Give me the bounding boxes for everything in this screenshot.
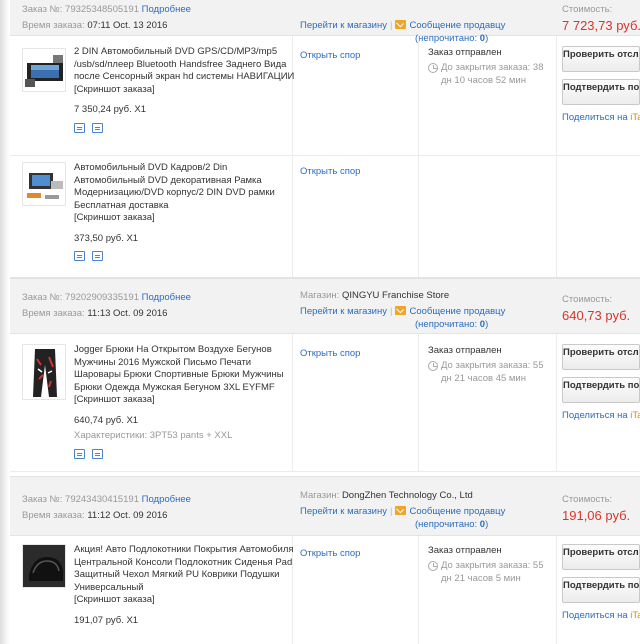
store-label: Магазин:: [300, 490, 340, 501]
item-title[interactable]: Акция! Авто Подлокотники Покрытия Автомо…: [74, 544, 296, 594]
itao-label: iTao: [630, 610, 640, 621]
page-edge-shadow: [0, 0, 10, 644]
item-title[interactable]: 2 DIN Автомобильный DVD GPS/CD/MP3/mp5 /…: [74, 46, 296, 84]
item-price: 191,07 руб. X1: [74, 614, 139, 626]
item-title[interactable]: Jogger Брюки На Открытом Воздухе Бегунов…: [74, 344, 296, 394]
confirm-receipt-button[interactable]: Подтвердить получение товара: [562, 377, 640, 403]
open-dispute-link[interactable]: Открыть спор: [300, 348, 360, 359]
order-item: 2 DIN Автомобильный DVD GPS/CD/MP3/mp5 /…: [10, 36, 640, 156]
clock-icon: [428, 361, 438, 371]
order-number-label: Заказ №:: [22, 292, 63, 303]
order-cost: 191,06 руб.: [562, 508, 631, 523]
open-dispute-link[interactable]: Открыть спор: [300, 166, 360, 177]
close-countdown: До закрытия заказа: 38 дн 10 часов 52 ми…: [441, 62, 544, 86]
order-number: 79243430415191: [65, 494, 139, 505]
check-tracking-button[interactable]: Проверить отслеживание: [562, 344, 640, 370]
order-time-label: Время заказа:: [22, 20, 85, 31]
store-label: Магазин:: [300, 290, 340, 301]
cost-label: Стоимость:: [562, 494, 613, 505]
order-details-link[interactable]: Подробнее: [142, 4, 191, 15]
share-link[interactable]: Поделиться на: [562, 112, 628, 123]
check-tracking-button[interactable]: Проверить отслеживание: [562, 46, 640, 72]
order-screenshot-link[interactable]: [Скриншот заказа]: [74, 212, 296, 225]
order-cost: 7 723,73 руб.: [562, 18, 640, 33]
order-number-label: Заказ №:: [22, 4, 63, 15]
invoice-icon[interactable]: [92, 122, 103, 133]
itao-label: iTao: [630, 410, 640, 421]
order-header: Заказ №: 79243430415191 Подробнее Время …: [10, 476, 640, 536]
snapshot-icon[interactable]: [74, 251, 85, 262]
order-time: 07:11 Oct. 13 2016: [87, 20, 168, 31]
check-tracking-button[interactable]: Проверить отслеживание: [562, 544, 640, 570]
item-price: 7 350,24 руб. X1: [74, 104, 146, 115]
message-seller-link[interactable]: Сообщение продавцу: [409, 306, 505, 317]
order-status: Заказ отправлен: [428, 545, 502, 556]
store-name[interactable]: QINGYU Franchise Store: [342, 290, 449, 301]
snapshot-icon[interactable]: [74, 448, 85, 459]
go-to-store-link[interactable]: Перейти к магазину: [300, 506, 387, 517]
order-item: Автомобильный DVD Кадров/2 Din Автомобил…: [10, 156, 640, 278]
order-number: 79325348505191: [65, 4, 139, 15]
order-time: 11:12 Oct. 09 2016: [87, 510, 168, 521]
order-time: 11:13 Oct. 09 2016: [87, 308, 168, 319]
order-header: Заказ №: 79202909335191 Подробнее Время …: [10, 278, 640, 334]
close-countdown: До закрытия заказа: 55 дн 21 часов 5 мин: [441, 560, 544, 584]
order-details-link[interactable]: Подробнее: [142, 292, 191, 303]
clock-icon: [428, 561, 438, 571]
share-link[interactable]: Поделиться на: [562, 610, 628, 621]
store-name[interactable]: DongZhen Technology Co., Ltd: [342, 490, 473, 501]
invoice-icon[interactable]: [92, 251, 103, 262]
order-screenshot-link[interactable]: [Скриншот заказа]: [74, 594, 296, 607]
order-screenshot-link[interactable]: [Скриншот заказа]: [74, 84, 296, 97]
item-title[interactable]: Автомобильный DVD Кадров/2 Din Автомобил…: [74, 162, 296, 212]
order-time-label: Время заказа:: [22, 308, 85, 319]
armrest-cover-icon[interactable]: [22, 544, 66, 588]
order-number-label: Заказ №:: [22, 494, 63, 505]
invoice-icon[interactable]: [92, 448, 103, 459]
confirm-receipt-button[interactable]: Подтвердить получение товара: [562, 577, 640, 603]
item-specs: Характеристики: 3PT53 pants + XXL: [74, 430, 233, 441]
envelope-icon: [395, 20, 407, 29]
order-details-link[interactable]: Подробнее: [142, 494, 191, 505]
unread-count[interactable]: (непрочитано: 0): [415, 319, 488, 330]
share-link[interactable]: Поделиться на: [562, 410, 628, 421]
close-countdown: До закрытия заказа: 55 дн 21 часов 45 ми…: [441, 360, 544, 384]
go-to-store-link[interactable]: Перейти к магазину: [300, 20, 387, 31]
unread-count[interactable]: (непрочитано: 0): [415, 519, 488, 530]
order-header: Заказ №: 79325348505191 Подробнее Время …: [10, 0, 640, 44]
orders-list: Заказ №: 79325348505191 Подробнее Время …: [10, 0, 640, 644]
car-dvd-gps-icon[interactable]: [22, 48, 66, 92]
order-screenshot-link[interactable]: [Скриншот заказа]: [74, 394, 296, 407]
item-price: 373,50 руб. X1: [74, 232, 139, 244]
order-status: Заказ отправлен: [428, 345, 502, 356]
cost-label: Стоимость:: [562, 294, 613, 305]
envelope-icon: [395, 306, 407, 315]
cost-label: Стоимость:: [562, 4, 613, 15]
snapshot-icon[interactable]: [74, 122, 85, 133]
open-dispute-link[interactable]: Открыть спор: [300, 548, 360, 559]
message-seller-link[interactable]: Сообщение продавцу: [409, 20, 505, 31]
order-time-label: Время заказа:: [22, 510, 85, 521]
jogger-pants-icon[interactable]: [22, 344, 66, 400]
open-dispute-link[interactable]: Открыть спор: [300, 50, 360, 61]
clock-icon: [428, 63, 438, 73]
confirm-receipt-button[interactable]: Подтвердить получение товара: [562, 79, 640, 105]
item-price: 640,74 руб. X1: [74, 414, 139, 426]
dvd-frame-icon[interactable]: [22, 162, 66, 206]
order-item: Акция! Авто Подлокотники Покрытия Автомо…: [10, 536, 640, 644]
order-item: Jogger Брюки На Открытом Воздухе Бегунов…: [10, 334, 640, 472]
go-to-store-link[interactable]: Перейти к магазину: [300, 306, 387, 317]
order-cost: 640,73 руб.: [562, 308, 631, 323]
envelope-icon: [395, 506, 407, 515]
order-number: 79202909335191: [65, 292, 139, 303]
message-seller-link[interactable]: Сообщение продавцу: [409, 506, 505, 517]
itao-label: iTao: [630, 112, 640, 123]
order-status: Заказ отправлен: [428, 47, 502, 58]
